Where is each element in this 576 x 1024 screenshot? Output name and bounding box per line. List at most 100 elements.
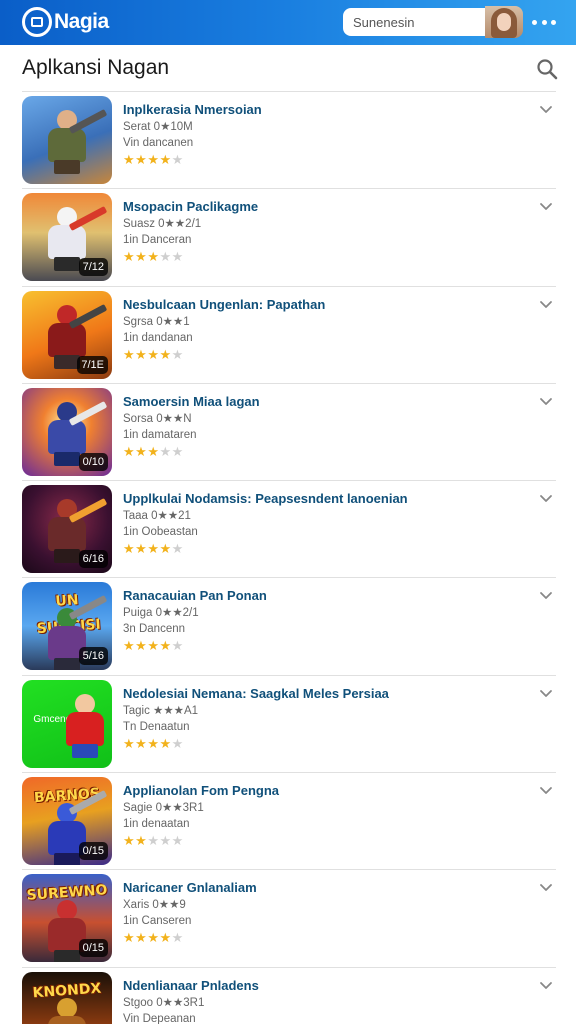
star-icon: ★ [135,541,148,557]
chevron-down-icon[interactable] [538,783,554,799]
app-info: Nesbulcaan Ungenlan: Papathan Sgrsa 0★★1 1… [123,297,528,362]
star-icon: ★ [159,930,172,946]
avatar[interactable] [485,6,523,38]
star-icon: ★ [171,735,184,751]
app-info: Naricaner Gnlanaliam Xaris 0★★9 1in Canser… [123,880,528,945]
star-rating: ★★★★★ [123,833,528,848]
list-item[interactable]: Gmcenc Nedolesiai Nemana: Saagkal Meles P… [22,676,556,774]
age-badge: 0/15 [78,939,108,958]
logo-text: Nagia [54,10,109,33]
star-rating: ★★★★★ [123,930,528,945]
star-icon: ★ [171,638,184,654]
star-icon: ★ [135,443,148,459]
app-name[interactable]: Ranacauian Pan Ponan [123,588,528,604]
chevron-down-icon[interactable] [538,588,554,604]
star-rating: ★★★★★ [123,444,528,459]
app-thumbnail[interactable]: Gmcenc [22,679,112,768]
chevron-down-icon[interactable] [538,978,554,994]
star-icon: ★ [123,833,136,849]
app-subtitle: Tn Denaatun [123,720,190,733]
app-info: Ranacauian Pan Ponan Puiga 0★★2/1 3n Dance… [123,588,528,653]
app-thumbnail[interactable]: SUREWNO 0/15 [22,874,112,963]
list-item[interactable]: SUREWNO 0/15 Naricaner Gnlanaliam Xaris 0★★… [22,870,556,968]
app-name[interactable]: Naricaner Gnlanaliam [123,880,528,896]
star-icon: ★ [171,833,184,849]
app-meta: Sorsa 0★★N [123,412,192,425]
app-thumbnail[interactable]: 7/1E [22,290,112,379]
chevron-down-icon[interactable] [538,102,554,118]
header-search-input[interactable]: Sunenesin [343,8,485,36]
app-info: Msopacin Paclikagme Suasz 0★★2/1 1in Dance… [123,199,528,264]
star-icon: ★ [147,152,160,167]
star-icon: ★ [159,735,172,751]
star-icon: ★ [159,638,172,654]
star-rating: ★★★★★ [123,152,528,167]
list-item[interactable]: KNONDX Ndenlianaar Pnladens Stgoo 0★★3R1 Vi… [22,968,556,1024]
app-thumbnail[interactable]: UN SUNCISI5/16 [22,582,112,671]
list-item[interactable]: 6/16 Upplkulai Nodamsis: Peapsesndent lan… [22,481,556,579]
app-subtitle: 1in denaatan [123,818,190,831]
star-icon: ★ [171,541,184,557]
app-meta: Serat 0★10M [123,121,193,133]
list-item[interactable]: Inplkerasia Nmersoian Serat 0★10M Vin danc… [22,92,556,190]
header-search-placeholder: Sunenesin [353,14,415,30]
star-icon: ★ [123,152,136,167]
page-title: Aplkansi Nagan [22,56,170,79]
app-name[interactable]: Nesbulcaan Ungenlan: Papathan [123,297,528,313]
star-icon: ★ [123,930,136,946]
chevron-down-icon[interactable] [538,880,554,896]
app-name[interactable]: Ndenlianaar Pnladens [123,978,528,994]
app-name[interactable]: Msopacin Paclikagme [123,199,528,215]
star-icon: ★ [135,735,148,751]
app-meta: Puiga 0★★2/1 [123,607,199,620]
app-info: Applianolan Fom Pengna Sagie 0★★3R1 1in de… [123,783,528,848]
app-name[interactable]: Nedolesiai Nemana: Saagkal Meles Persiaa [123,686,528,702]
app-name[interactable]: Inplkerasia Nmersoian [123,102,528,118]
star-icon: ★ [171,930,184,946]
star-rating: ★★★★★ [123,347,528,362]
app-thumbnail[interactable]: 0/10 [22,387,112,476]
list-item[interactable]: BARNOS 0/15 Applianolan Fom Pengna Sagie 0★… [22,773,556,871]
app-subtitle: 1in damataren [123,428,197,441]
age-badge: 0/10 [78,452,108,471]
star-icon: ★ [135,638,148,654]
star-icon: ★ [135,249,148,265]
app-thumbnail[interactable]: 7/12 [22,193,112,282]
app-subtitle: 1in Danceran [123,234,192,247]
chevron-down-icon[interactable] [538,297,554,313]
star-icon: ★ [171,346,184,362]
app-meta: Stgoo 0★★3R1 [123,996,205,1009]
app-meta: Suasz 0★★2/1 [123,218,202,231]
star-icon: ★ [159,541,172,557]
app-logo[interactable]: Nagia [22,5,109,39]
app-meta: Taaa 0★★21 [123,510,191,523]
list-item[interactable]: 0/10 Samoersin Miaa lagan Sorsa 0★★N 1in da… [22,384,556,482]
app-name[interactable]: Upplkulai Nodamsis: Peapsesndent lanoeni… [123,491,528,507]
star-rating: ★★★★★ [123,249,528,264]
app-name[interactable]: Samoersin Miaa lagan [123,394,528,410]
star-icon: ★ [123,638,136,654]
app-meta: Xaris 0★★9 [123,899,186,912]
star-icon: ★ [147,735,160,751]
age-badge: 0/15 [78,842,108,861]
star-icon: ★ [159,346,172,362]
more-dots-icon[interactable] [532,12,556,32]
star-icon: ★ [159,443,172,459]
app-subtitle: 1in Oobeastan [123,526,198,539]
app-thumbnail[interactable] [22,96,112,184]
chevron-down-icon[interactable] [538,491,554,507]
list-item[interactable]: UN SUNCISI5/16 Ranacauian Pan Ponan Puiga … [22,578,556,676]
app-thumbnail[interactable]: KNONDX [22,971,112,1024]
chevron-down-icon[interactable] [538,199,554,215]
app-name[interactable]: Applianolan Fom Pengna [123,783,528,799]
chevron-down-icon[interactable] [538,686,554,702]
list-item[interactable]: 7/1E Nesbulcaan Ungenlan: Papathan Sgrsa 0… [22,287,556,384]
list-item[interactable]: 7/12 Msopacin Paclikagme Suasz 0★★2/1 1in D… [22,189,556,287]
app-thumbnail[interactable]: BARNOS 0/15 [22,777,112,866]
star-icon: ★ [135,930,148,946]
app-thumbnail[interactable]: 6/16 [22,485,112,574]
app-subtitle: 3n Dancenn [123,623,186,636]
star-icon: ★ [147,346,160,362]
chevron-down-icon[interactable] [538,394,554,410]
search-icon[interactable] [536,58,558,80]
